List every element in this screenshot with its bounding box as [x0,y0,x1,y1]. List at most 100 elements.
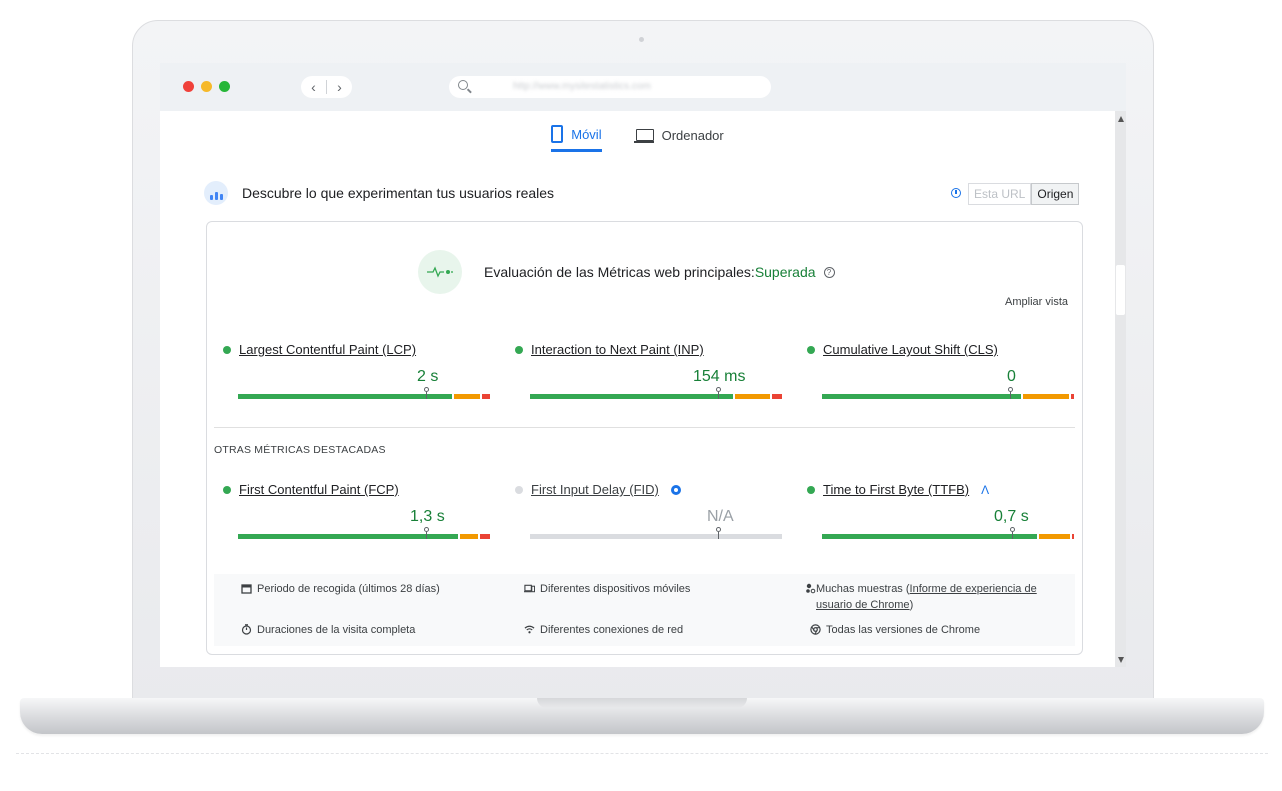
p75-marker [424,387,429,399]
poor-segment [772,394,782,399]
no-data-segment [530,534,782,539]
metric-ttfb-value: 0,7 s [994,508,1029,525]
poor-segment [1071,394,1074,399]
vertical-scrollbar[interactable] [1115,111,1126,667]
collection-period-text: Periodo de recogida (últimos 28 días) [257,583,440,595]
calendar-icon [241,584,252,594]
help-icon[interactable]: ? [823,266,835,278]
this-url-button[interactable]: Esta URL [968,183,1032,205]
device-tabs: Móvil Ordenador [160,125,1115,152]
good-status-icon [807,345,815,354]
data-collection-info: Periodo de recogida (últimos 28 días) Di… [214,574,1075,646]
distribution-bar [822,387,1076,399]
metric-cls-name[interactable]: Cumulative Layout Shift (CLS) [823,342,998,357]
metric-fcp-name[interactable]: First Contentful Paint (FCP) [239,482,399,497]
field-data-header: Descubre lo que experimentan tus usuario… [204,181,1083,207]
other-metrics-title: OTRAS MÉTRICAS DESTACADAS [214,444,386,456]
distribution-bar [530,527,784,539]
distribution-bar [238,387,492,399]
screen: ‹ › http://www.mysitestatistics.com Móvi… [160,63,1126,667]
scroll-down-arrow-icon[interactable] [1118,657,1124,663]
network-types-text: Diferentes conexiones de red [540,624,684,636]
sample-size: Muchas muestras (Informe de experiencia … [805,581,1067,613]
distribution-bar [530,387,784,399]
good-segment [238,534,458,539]
good-status-icon [223,345,231,354]
p75-marker [716,527,721,539]
assessment-label: Evaluación de las Métricas web principal… [484,264,755,280]
section-title: Descubre lo que experimentan tus usuario… [242,185,555,201]
needs-improvement-segment [735,394,771,399]
metric-fcp-value: 1,3 s [410,508,445,525]
metric-fid-value: N/A [707,508,734,525]
good-segment [530,394,734,399]
assessment-status: Superada [754,264,816,280]
url-origin-toggle: Esta URL Origen [968,183,1080,205]
metric-label: First Input Delay (FID) [515,482,681,497]
metric-cls: Cumulative Layout Shift (CLS) 0 [807,342,1074,412]
camera-icon [639,37,644,42]
laptop-shadow [16,740,1268,754]
browser-toolbar: ‹ › http://www.mysitestatistics.com [160,63,1126,111]
wifi-icon [524,625,535,634]
tab-desktop[interactable]: Ordenador [633,125,724,152]
good-segment [822,534,1038,539]
good-status-icon [807,485,815,494]
visit-duration-text: Duraciones de la visita completa [257,624,416,636]
sample-size-suffix: ) [909,599,914,611]
metric-lcp-name[interactable]: Largest Contentful Paint (LCP) [239,342,416,357]
maximize-window-button[interactable] [219,81,230,92]
visit-duration: Duraciones de la visita completa [241,622,415,638]
forward-button[interactable]: › [327,76,352,98]
good-segment [238,394,453,399]
tab-mobile-label: Móvil [571,126,602,142]
metric-inp: Interaction to Next Paint (INP) 154 ms [515,342,782,412]
poor-segment [482,394,490,399]
chrome-icon [810,624,821,635]
timer-icon [241,624,252,635]
metric-label: First Contentful Paint (FCP) [223,482,399,497]
nav-buttons: ‹ › [301,76,352,98]
scroll-up-arrow-icon[interactable] [1118,116,1124,122]
metric-fid-name[interactable]: First Input Delay (FID) [531,482,659,497]
close-window-button[interactable] [183,81,194,92]
metric-cls-value: 0 [1007,368,1016,385]
metric-inp-name[interactable]: Interaction to Next Paint (INP) [531,342,704,357]
pulse-icon [418,250,462,294]
minimize-window-button[interactable] [201,81,212,92]
sample-size-prefix: Muchas muestras ( [816,583,910,595]
p75-marker [1008,387,1013,399]
back-button[interactable]: ‹ [301,76,326,98]
deprecated-info-icon[interactable] [670,484,681,495]
url-text: http://www.mysitestatistics.com [513,81,651,92]
tab-mobile[interactable]: Móvil [551,125,602,152]
metric-label: Cumulative Layout Shift (CLS) [807,342,998,357]
scroll-thumb[interactable] [1116,265,1125,315]
origin-button[interactable]: Origen [1031,183,1080,205]
assessment-row: Evaluación de las Métricas web principal… [484,264,835,280]
metric-ttfb-name[interactable]: Time to First Byte (TTFB) [823,482,969,497]
needs-improvement-segment [1023,394,1070,399]
tab-desktop-label: Ordenador [661,128,724,143]
distribution-bar [822,527,1076,539]
device-types: Diferentes dispositivos móviles [524,581,690,597]
needs-improvement-segment [454,394,481,399]
p75-marker [716,387,721,399]
metric-label: Time to First Byte (TTFB) Λ [807,482,989,497]
users-chart-icon [204,181,228,205]
metric-inp-value: 154 ms [693,368,746,385]
info-icon[interactable] [951,188,961,198]
metric-lcp-value: 2 s [417,368,439,385]
laptop-notch [537,698,747,708]
metric-lcp: Largest Contentful Paint (LCP) 2 s [223,342,490,412]
collection-period: Periodo de recogida (últimos 28 días) [241,581,440,597]
metric-fid: First Input Delay (FID) N/A [515,482,782,552]
p75-marker [1010,527,1015,539]
search-icon [458,80,468,90]
good-segment [822,394,1022,399]
device-types-text: Diferentes dispositivos móviles [540,583,691,595]
no-data-status-icon [515,485,523,494]
address-bar[interactable]: http://www.mysitestatistics.com [449,76,771,98]
needs-improvement-segment [1039,534,1071,539]
expand-view-link[interactable]: Ampliar vista [1005,296,1068,308]
